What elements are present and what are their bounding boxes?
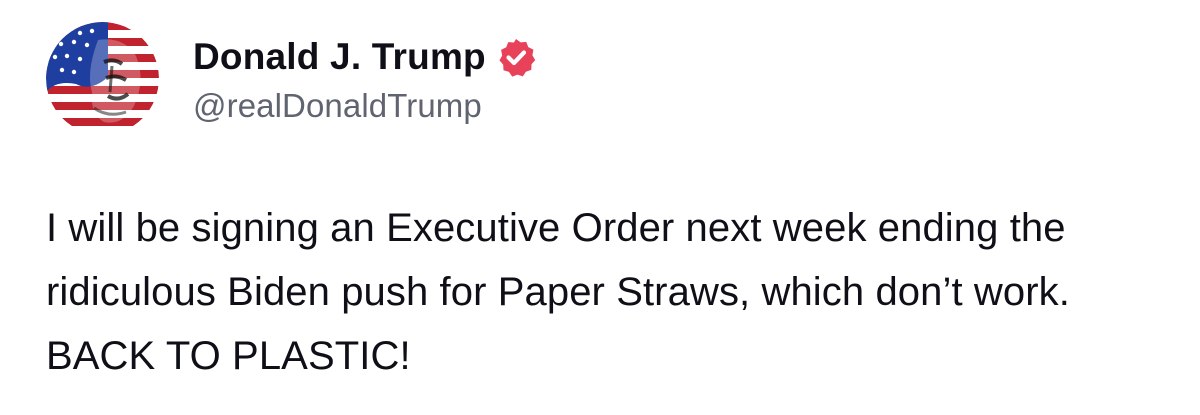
author-display-name[interactable]: Donald J. Trump (193, 36, 486, 78)
flag-portrait-icon (46, 22, 159, 135)
avatar[interactable] (46, 22, 159, 135)
verified-badge-icon (496, 37, 536, 77)
post-card: Donald J. Trump @realDonaldTrump I will … (0, 0, 1200, 415)
post-body-text: I will be signing an Executive Order nex… (46, 206, 1070, 378)
name-row: Donald J. Trump (193, 33, 536, 81)
post-header: Donald J. Trump @realDonaldTrump (46, 22, 536, 135)
author-handle[interactable]: @realDonaldTrump (193, 87, 536, 125)
author-identity: Donald J. Trump @realDonaldTrump (193, 33, 536, 125)
